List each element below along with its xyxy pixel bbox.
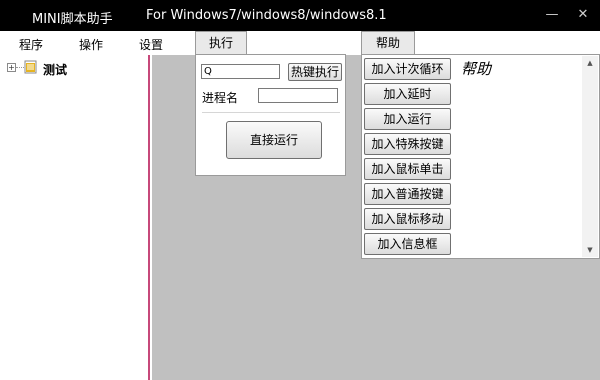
add-special-key-button[interactable]: 加入特殊按键 xyxy=(364,133,451,155)
tree-root-item[interactable]: 测试 xyxy=(43,61,67,78)
hotkey-exec-button[interactable]: 热键执行 xyxy=(288,63,342,81)
scroll-up-icon[interactable]: ▲ xyxy=(582,56,598,70)
menu-operation[interactable]: 操作 xyxy=(79,36,103,53)
title-bar: MINI脚本助手 For Windows7/windows8/windows8.… xyxy=(0,0,600,31)
add-message-box-button[interactable]: 加入信息框 xyxy=(364,233,451,255)
add-mouse-move-button[interactable]: 加入鼠标移动 xyxy=(364,208,451,230)
help-scrollbar[interactable]: ▲ ▼ xyxy=(582,56,598,257)
tree-connector xyxy=(16,67,24,68)
tab-help[interactable]: 帮助 xyxy=(361,31,415,54)
tree-expand-toggle[interactable]: + xyxy=(7,63,16,72)
process-name-label: 进程名 xyxy=(202,91,239,105)
add-mouse-click-button[interactable]: 加入鼠标单击 xyxy=(364,158,451,180)
process-name-input[interactable] xyxy=(258,88,338,103)
help-text: 帮助 xyxy=(461,60,492,78)
direct-run-button[interactable]: 直接运行 xyxy=(226,121,322,159)
close-button[interactable]: ✕ xyxy=(576,8,590,22)
app-title: MINI脚本助手 xyxy=(32,12,113,27)
app-subtitle: For Windows7/windows8/windows8.1 xyxy=(146,8,387,23)
hotkey-input[interactable]: Q xyxy=(201,64,280,79)
menu-settings[interactable]: 设置 xyxy=(139,36,163,53)
tab-exec[interactable]: 执行 xyxy=(195,31,247,54)
help-panel: 加入计次循环 加入延时 加入运行 加入特殊按键 加入鼠标单击 加入普通按键 加入… xyxy=(361,54,600,259)
add-delay-button[interactable]: 加入延时 xyxy=(364,83,451,105)
exec-panel: Q 热键执行 进程名 直接运行 xyxy=(195,54,346,176)
divider xyxy=(202,112,340,113)
minimize-button[interactable]: — xyxy=(545,8,559,22)
menu-program[interactable]: 程序 xyxy=(19,36,43,53)
add-normal-key-button[interactable]: 加入普通按键 xyxy=(364,183,451,205)
add-run-button[interactable]: 加入运行 xyxy=(364,108,451,130)
script-tree: + 测试 xyxy=(0,55,150,380)
menu-bar: 程序 操作 设置 xyxy=(0,31,600,55)
add-loop-button[interactable]: 加入计次循环 xyxy=(364,58,451,80)
scroll-down-icon[interactable]: ▼ xyxy=(582,243,598,257)
folder-icon xyxy=(24,60,38,74)
